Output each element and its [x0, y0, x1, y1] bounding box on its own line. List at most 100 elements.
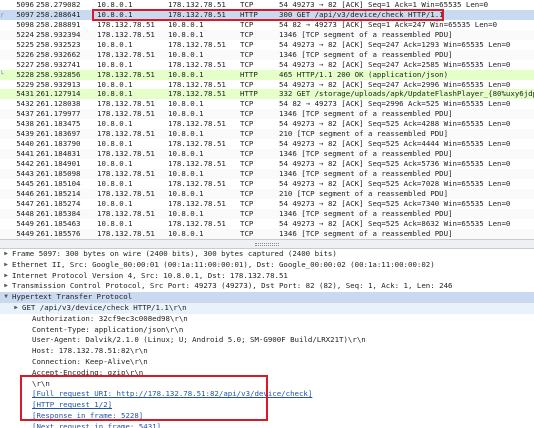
detail-row[interactable]: [Response in frame: 5228]	[0, 411, 534, 422]
collapsed-arrow-icon[interactable]: ▶	[2, 260, 10, 271]
packet-number: 5449	[16, 218, 34, 228]
packet-source: 10.8.0.1	[97, 79, 133, 89]
packet-row[interactable]: 5439 261.183697 178.132.78.51 10.8.0.1 TCP 21…	[0, 129, 534, 140]
detail-row[interactable]: ▶ Transmission Control Protocol, Src Port…	[0, 281, 534, 292]
packet-info: 1346 [TCP segment of a reassembled PDU]	[279, 168, 453, 178]
packet-protocol: TCP	[240, 79, 254, 89]
detail-row[interactable]: ▶ Internet Protocol Version 4, Src: 10.8.…	[0, 271, 534, 282]
detail-link[interactable]: [Response in frame: 5228]	[32, 411, 143, 422]
detail-row[interactable]: [Next request in frame: 5431]	[0, 422, 534, 428]
expanded-arrow-icon[interactable]: ▼	[2, 292, 10, 303]
packet-info: 54 49273 → 82 [ACK] Seq=525 Ack=8632 Win…	[279, 218, 511, 228]
detail-row[interactable]: [Full request URI: http://178.132.78.51:…	[0, 389, 534, 400]
packet-info: 54 82 → 49273 [ACK] Seq=1 Ack=247 Win=65…	[279, 19, 498, 29]
packet-row[interactable]: └ 5228 258.932856 178.132.78.51 10.8.0.1 HTTP…	[0, 69, 534, 80]
detail-row[interactable]: Connection: Keep-Alive\r\n	[0, 357, 534, 368]
packet-row[interactable]: 5445 261.185104 10.8.0.1 178.132.78.51 TCP 54…	[0, 179, 534, 189]
detail-row[interactable]: Host: 178.132.78.51:82\r\n	[0, 346, 534, 357]
packet-protocol: TCP	[240, 139, 254, 149]
packet-source: 178.132.78.51	[97, 129, 155, 139]
pane-splitter[interactable]	[0, 239, 534, 249]
packet-row[interactable]: 5441 261.184831 178.132.78.51 10.8.0.1 TCP 13…	[0, 149, 534, 159]
packet-list[interactable]: 5096 258.279082 10.8.0.1 178.132.78.51 TCP 54…	[0, 0, 534, 239]
packet-row[interactable]: 5096 258.279082 10.8.0.1 178.132.78.51 TCP 54…	[0, 0, 534, 10]
detail-text: Frame 5097: 300 bytes on wire (2400 bits…	[12, 249, 337, 258]
packet-details-tree[interactable]: ▶ Frame 5097: 300 bytes on wire (2400 bit…	[0, 249, 534, 428]
splitter-grip-icon[interactable]	[255, 243, 279, 246]
packet-row[interactable]: 5227 258.932741 10.8.0.1 178.132.78.51 TCP 54…	[0, 60, 534, 70]
detail-row[interactable]: ▶ Frame 5097: 300 bytes on wire (2400 bit…	[0, 249, 534, 260]
detail-row[interactable]: Content-Type: application/json\r\n	[0, 325, 534, 336]
detail-row[interactable]: \r\n	[0, 379, 534, 390]
packet-number: 5096	[16, 0, 34, 9]
packet-row[interactable]: 5438 261.183475 10.8.0.1 178.132.78.51 TCP 54…	[0, 119, 534, 129]
packet-protocol: TCP	[240, 198, 254, 208]
packet-number: 5431	[16, 89, 34, 99]
detail-text: Authorization: 32cf9ec3c008ed98\r\n	[32, 313, 188, 323]
packet-number: 5098	[16, 19, 34, 29]
detail-row[interactable]: [HTTP request 1/2]	[0, 400, 534, 411]
packet-row[interactable]: 5225 258.932523 10.8.0.1 178.132.78.51 TCP 54…	[0, 40, 534, 50]
packet-number: 5441	[16, 149, 34, 159]
packet-time: 261.184831	[36, 149, 81, 159]
packet-destination: 10.8.0.1	[168, 109, 204, 119]
packet-row[interactable]: 5431 261.127914 10.8.0.1 178.132.78.51 HTTP 3…	[0, 89, 534, 100]
packet-time: 258.932856	[36, 69, 81, 79]
packet-info: 1346 [TCP segment of a reassembled PDU]	[279, 49, 453, 59]
packet-destination: 10.8.0.1	[168, 69, 204, 79]
packet-number: 5446	[16, 188, 34, 198]
packet-protocol: TCP	[240, 218, 254, 228]
packet-row[interactable]: 5098 258.288891 178.132.78.51 10.8.0.1 TCP 54…	[0, 20, 534, 30]
packet-row[interactable]: 5432 261.128038 178.132.78.51 10.8.0.1 TCP 54…	[0, 99, 534, 109]
detail-row[interactable]: User-Agent: Dalvik/2.1.0 (Linux; U; Andr…	[0, 335, 534, 346]
packet-time: 261.183475	[36, 119, 81, 129]
packet-row[interactable]: 5449 261.185576 178.132.78.51 10.8.0.1 TCP 13…	[0, 228, 534, 239]
detail-link[interactable]: [Next request in frame: 5431]	[32, 422, 161, 428]
packet-destination: 178.132.78.51	[168, 139, 226, 149]
packet-row[interactable]: 5224 258.932394 178.132.78.51 10.8.0.1 TCP 13…	[0, 29, 534, 40]
packet-row[interactable]: 5446 261.185214 178.132.78.51 10.8.0.1 TCP 21…	[0, 188, 534, 199]
packet-time: 261.185098	[36, 168, 81, 178]
packet-row[interactable]: 5448 261.185384 178.132.78.51 10.8.0.1 TCP 13…	[0, 208, 534, 219]
detail-link[interactable]: [Full request URI: http://178.132.78.51:…	[32, 389, 312, 400]
packet-destination: 178.132.78.51	[168, 9, 226, 19]
packet-number: 5228	[16, 69, 34, 79]
collapsed-arrow-icon[interactable]: ▶	[2, 281, 10, 292]
packet-row[interactable]: ┌ 5097 258.288641 10.8.0.1 178.132.78.51 HTTP…	[0, 9, 534, 20]
packet-row[interactable]: 5226 258.932662 178.132.78.51 10.8.0.1 TCP 13…	[0, 49, 534, 60]
packet-info: 54 82 → 49273 [ACK] Seq=2996 Ack=525 Win…	[279, 99, 511, 109]
collapsed-arrow-icon[interactable]: ▶	[2, 271, 10, 282]
detail-row[interactable]: ▶ GET /api/v3/device/check HTTP/1.1\r\n	[0, 302, 534, 314]
packet-row[interactable]: 5229 258.932913 10.8.0.1 178.132.78.51 TCP 54…	[0, 80, 534, 90]
packet-protocol: TCP	[240, 178, 254, 188]
packet-protocol: HTTP	[240, 89, 258, 99]
packet-destination: 178.132.78.51	[168, 119, 226, 129]
packet-destination: 178.132.78.51	[168, 178, 226, 188]
packet-row[interactable]: 5447 261.185274 10.8.0.1 178.132.78.51 TCP 54…	[0, 199, 534, 209]
packet-info: 54 49273 → 82 [ACK] Seq=247 Ack=2585 Win…	[279, 59, 511, 69]
packet-row[interactable]: 5437 261.179977 178.132.78.51 10.8.0.1 TCP 13…	[0, 109, 534, 120]
related-packet-marker-icon: └	[0, 70, 4, 78]
detail-row[interactable]: Accept-Encoding: gzip\r\n	[0, 368, 534, 379]
packet-time: 258.932662	[36, 49, 81, 59]
collapsed-arrow-icon[interactable]: ▶	[12, 303, 20, 314]
packet-row[interactable]: 5449 261.185463 10.8.0.1 178.132.78.51 TCP 54…	[0, 219, 534, 229]
packet-info: 54 49273 → 82 [ACK] Seq=525 Ack=7340 Win…	[279, 198, 511, 208]
collapsed-arrow-icon[interactable]: ▶	[2, 249, 10, 260]
packet-protocol: TCP	[240, 0, 254, 9]
packet-time: 258.288641	[36, 9, 81, 19]
detail-row[interactable]: ▶ Ethernet II, Src: Google_00:00:01 (00:1…	[0, 260, 534, 271]
packet-time: 261.128038	[36, 99, 81, 109]
packet-number: 5225	[16, 39, 34, 49]
packet-row[interactable]: 5443 261.185098 178.132.78.51 10.8.0.1 TCP 13…	[0, 168, 534, 179]
packet-protocol: TCP	[240, 59, 254, 69]
packet-destination: 10.8.0.1	[168, 99, 204, 109]
packet-row[interactable]: 5442 261.184901 10.8.0.1 178.132.78.51 TCP 54…	[0, 159, 534, 169]
packet-destination: 10.8.0.1	[168, 49, 204, 59]
packet-protocol: TCP	[240, 129, 254, 139]
detail-row[interactable]: ▼ Hypertext Transfer Protocol	[0, 292, 534, 303]
packet-row[interactable]: 5440 261.183790 10.8.0.1 178.132.78.51 TCP 54…	[0, 139, 534, 149]
packet-number: 5432	[16, 99, 34, 109]
detail-row[interactable]: Authorization: 32cf9ec3c008ed98\r\n	[0, 314, 534, 325]
packet-destination: 10.8.0.1	[168, 168, 204, 178]
